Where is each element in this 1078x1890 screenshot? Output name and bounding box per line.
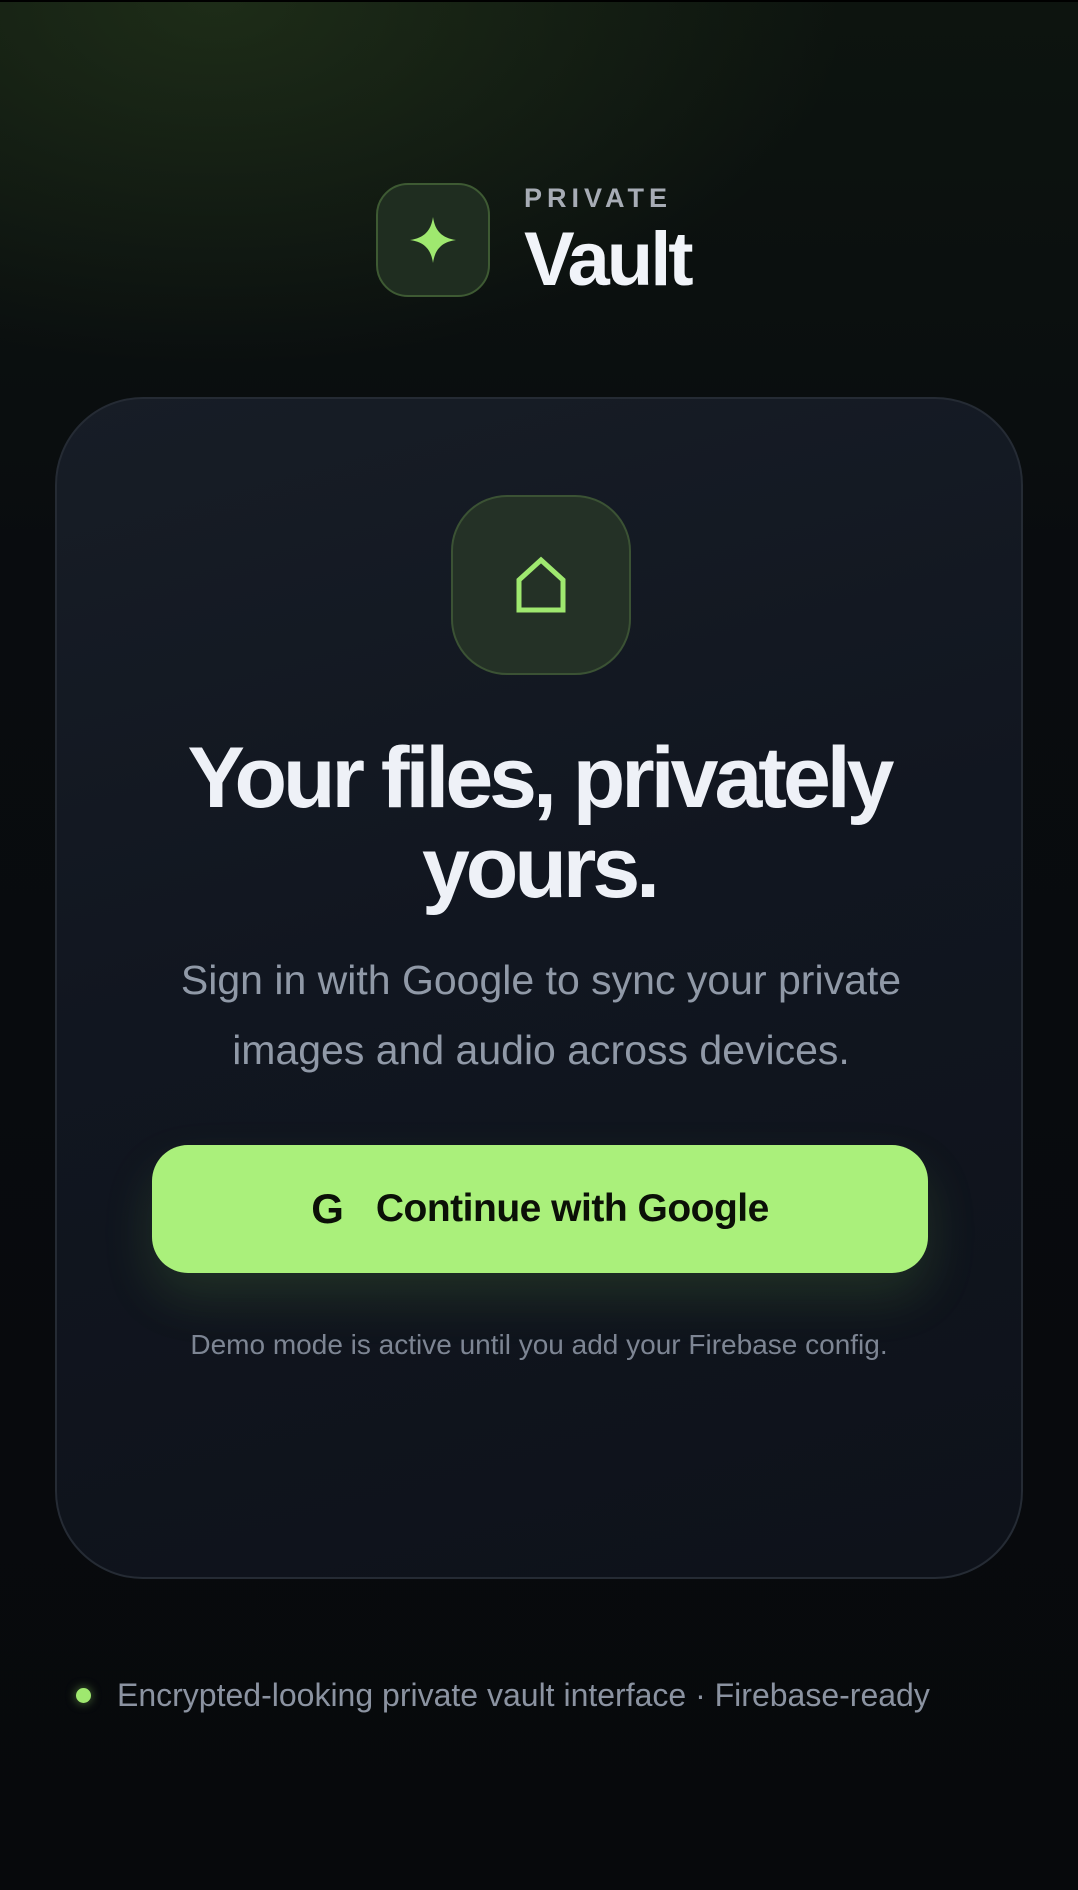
brand-logo [376, 182, 490, 297]
headline: Your files, privately yours. [57, 733, 1021, 913]
home-icon [516, 556, 566, 613]
brand-text: PRIVATE Vault [524, 181, 694, 302]
footer-text: Encrypted-looking private vault interfac… [117, 1677, 930, 1713]
sparkle-icon [410, 216, 456, 263]
continue-with-google-button[interactable]: G Continue with Google [152, 1145, 928, 1273]
subtitle-line-2: images and audio across devices. [232, 1027, 850, 1073]
brand-header: PRIVATE Vault [376, 181, 694, 302]
status-dot-icon [76, 1688, 91, 1703]
headline-line-2: yours. [421, 820, 660, 916]
footer-status: Encrypted-looking private vault interfac… [76, 1677, 930, 1714]
subtitle: Sign in with Google to sync your private… [141, 945, 941, 1085]
subtitle-line-1: Sign in with Google to sync your private [180, 957, 902, 1003]
sign-in-card: Your files, privately yours. Sign in wit… [55, 397, 1023, 1579]
top-border [0, 0, 1078, 2]
google-icon: G [311, 1185, 344, 1232]
card-icon-tile [451, 495, 631, 675]
brand-title: Vault [524, 217, 694, 302]
brand-eyebrow: PRIVATE [524, 183, 673, 213]
demo-mode-note: Demo mode is active until you add your F… [190, 1329, 888, 1360]
google-button-label: Continue with Google [375, 1187, 769, 1230]
headline-line-1: Your files, privately [187, 730, 894, 826]
